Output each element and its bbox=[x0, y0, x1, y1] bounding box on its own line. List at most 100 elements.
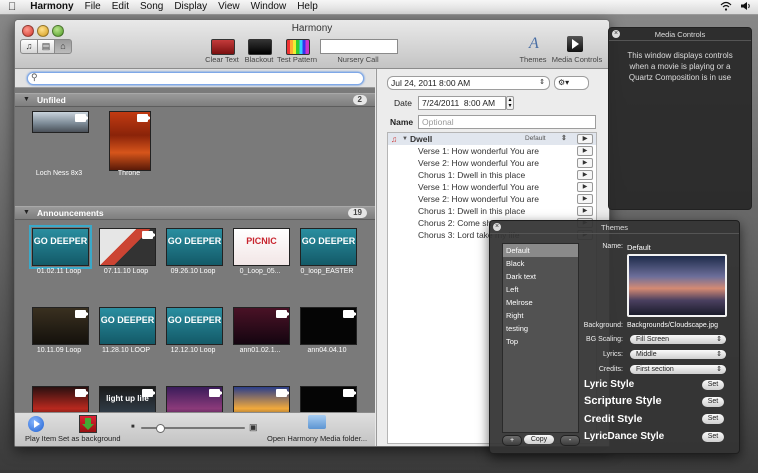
play-slide-button[interactable]: ▶ bbox=[577, 158, 593, 168]
slide-row[interactable]: Verse 1: How wonderful You are ▶ bbox=[388, 181, 596, 193]
menu-file[interactable]: File bbox=[85, 0, 101, 14]
themes-list: Default Black Dark text Left Melrose Right tes… bbox=[502, 243, 579, 433]
date-time-field[interactable]: 7/24/2011 8:00 AM bbox=[418, 96, 506, 110]
menu-bar:  Harmony File Edit Song Display View Wi… bbox=[0, 0, 758, 15]
service-date-value: Jul 24, 2011 8:00 AM bbox=[391, 78, 471, 88]
theme-list-item[interactable]: Default bbox=[503, 244, 578, 257]
song-row-dwell[interactable]: ♫ ▼ Dwell Default ⇕ ▶ bbox=[388, 133, 596, 145]
bg-scaling-select[interactable]: Fill Screen ⇕ bbox=[630, 335, 726, 344]
play-slide-button[interactable]: ▶ bbox=[577, 182, 593, 192]
theme-background-preview[interactable] bbox=[627, 254, 727, 317]
menu-view[interactable]: View bbox=[218, 0, 240, 14]
clear-text-button[interactable] bbox=[211, 39, 235, 55]
date-stepper[interactable]: ▴ ▾ bbox=[506, 96, 514, 110]
disclosure-triangle-icon[interactable]: ▼ bbox=[402, 133, 408, 145]
announcement-thumb[interactable] bbox=[99, 228, 156, 266]
remove-theme-button[interactable]: - bbox=[560, 435, 580, 446]
play-slide-button[interactable]: ▶ bbox=[577, 206, 593, 216]
song-title: Dwell bbox=[410, 134, 433, 144]
play-item-button[interactable] bbox=[28, 416, 44, 432]
menu-help[interactable]: Help bbox=[297, 0, 318, 14]
slide-row[interactable]: Verse 1: How wonderful You are ▶ bbox=[388, 145, 596, 157]
themes-icon[interactable]: A bbox=[529, 35, 539, 53]
announcement-caption: 11.28.10 LOOP bbox=[101, 347, 151, 354]
play-slide-button[interactable]: ▶ bbox=[577, 146, 593, 156]
play-item-label: Play Item bbox=[25, 434, 57, 443]
theme-name-value: Default bbox=[627, 243, 651, 252]
test-pattern-button[interactable] bbox=[286, 39, 310, 55]
add-theme-button[interactable]: + bbox=[502, 435, 522, 446]
music-view-button[interactable]: ♫ bbox=[20, 39, 38, 54]
slider-knob[interactable] bbox=[156, 424, 165, 433]
media-folder-icon[interactable] bbox=[308, 415, 326, 429]
announcement-thumb[interactable]: GO DEEPER bbox=[166, 307, 223, 345]
thumbnail-size-slider[interactable] bbox=[141, 424, 245, 433]
apple-menu-icon[interactable]:  bbox=[8, 0, 16, 14]
play-slide-button[interactable]: ▶ bbox=[577, 134, 593, 144]
announcement-thumb[interactable] bbox=[233, 307, 290, 345]
section-announcements-count: 19 bbox=[348, 208, 367, 218]
slide-row[interactable]: Chorus 1: Dwell in this place ▶ bbox=[388, 205, 596, 217]
set-background-button[interactable] bbox=[79, 415, 97, 433]
nursery-call-field[interactable] bbox=[320, 39, 398, 54]
theme-list-item[interactable]: Melrose bbox=[503, 296, 578, 309]
menu-window[interactable]: Window bbox=[251, 0, 287, 14]
menu-app-name[interactable]: Harmony bbox=[30, 0, 73, 14]
announcement-thumb[interactable]: GO DEEPER bbox=[29, 225, 92, 269]
set-scripture-style-button[interactable]: Set bbox=[702, 397, 724, 407]
theme-list-item[interactable]: Right bbox=[503, 309, 578, 322]
wifi-icon[interactable] bbox=[720, 1, 732, 14]
theme-list-item[interactable]: Top bbox=[503, 335, 578, 348]
announcement-caption: 10.11.09 Loop bbox=[36, 347, 82, 354]
announcement-thumb[interactable]: GO DEEPER bbox=[166, 228, 223, 266]
theme-list-item[interactable]: Left bbox=[503, 283, 578, 296]
menu-edit[interactable]: Edit bbox=[112, 0, 129, 14]
announcement-thumb[interactable]: PICNIC bbox=[233, 228, 290, 266]
lyrics-position-select[interactable]: Middle ⇕ bbox=[630, 350, 726, 359]
announcement-thumb[interactable]: GO DEEPER bbox=[300, 228, 357, 266]
copy-theme-button[interactable]: Copy bbox=[524, 435, 554, 444]
theme-list-item[interactable]: testing bbox=[503, 322, 578, 335]
media-view-button[interactable]: ⌂ bbox=[54, 39, 72, 54]
slide-label: Chorus 1: Dwell in this place bbox=[418, 170, 526, 180]
announcement-thumb[interactable] bbox=[300, 307, 357, 345]
section-announcements[interactable]: ▼ Announcements 19 bbox=[15, 206, 375, 220]
open-media-folder-label[interactable]: Open Harmony Media folder... bbox=[267, 434, 367, 443]
media-thumb-throne[interactable] bbox=[109, 111, 151, 171]
service-name-field[interactable]: Optional bbox=[418, 115, 596, 129]
search-icon: ⚲ bbox=[31, 72, 38, 82]
slide-row[interactable]: Chorus 1: Dwell in this place ▶ bbox=[388, 169, 596, 181]
credits-position-select[interactable]: First section ⇕ bbox=[630, 365, 726, 374]
slide-row[interactable]: Verse 2: How wonderful You are ▶ bbox=[388, 157, 596, 169]
slide-row[interactable]: Verse 2: How wonderful You are ▶ bbox=[388, 193, 596, 205]
menu-display[interactable]: Display bbox=[174, 0, 207, 14]
disclosure-triangle-icon[interactable]: ▼ bbox=[23, 94, 30, 106]
media-thumb-loch-ness[interactable] bbox=[32, 111, 89, 133]
media-caption: Loch Ness 8x3 bbox=[35, 170, 83, 177]
section-unfiled[interactable]: ▼ Unfiled 2 bbox=[15, 93, 375, 107]
set-lyric-style-button[interactable]: Set bbox=[702, 380, 724, 390]
volume-icon[interactable] bbox=[740, 1, 752, 14]
video-camera-icon bbox=[343, 389, 356, 397]
play-slide-button[interactable]: ▶ bbox=[577, 170, 593, 180]
set-credit-style-button[interactable]: Set bbox=[702, 414, 724, 424]
theme-stepper-icon[interactable]: ⇕ bbox=[561, 133, 567, 145]
theme-list-item[interactable]: Black bbox=[503, 257, 578, 270]
service-date-select[interactable]: Jul 24, 2011 8:00 AM ⇕ bbox=[387, 76, 550, 90]
library-search-input[interactable]: ⚲ bbox=[27, 72, 364, 85]
play-slide-button[interactable]: ▶ bbox=[577, 194, 593, 204]
background-path: Backgrounds/Cloudscape.jpg bbox=[627, 322, 719, 329]
menu-song[interactable]: Song bbox=[140, 0, 163, 14]
media-library-pane: ⚲ ▼ Unfiled 2 Loch Ness 8x3 Throne ▼ Ann… bbox=[15, 69, 375, 424]
scripture-view-button[interactable]: ▤ bbox=[37, 39, 55, 54]
set-lyricdance-style-button[interactable]: Set bbox=[702, 432, 724, 442]
announcement-thumb[interactable]: GO DEEPER bbox=[99, 307, 156, 345]
blackout-button[interactable] bbox=[248, 39, 272, 55]
disclosure-triangle-icon[interactable]: ▼ bbox=[23, 207, 30, 219]
announcement-thumb[interactable] bbox=[32, 307, 89, 345]
credits-label: Credits: bbox=[598, 366, 623, 373]
service-action-menu[interactable]: ⚙▾ bbox=[554, 76, 589, 90]
home-icon: ⌂ bbox=[60, 41, 66, 51]
media-controls-button[interactable] bbox=[567, 36, 583, 52]
theme-list-item[interactable]: Dark text bbox=[503, 270, 578, 283]
